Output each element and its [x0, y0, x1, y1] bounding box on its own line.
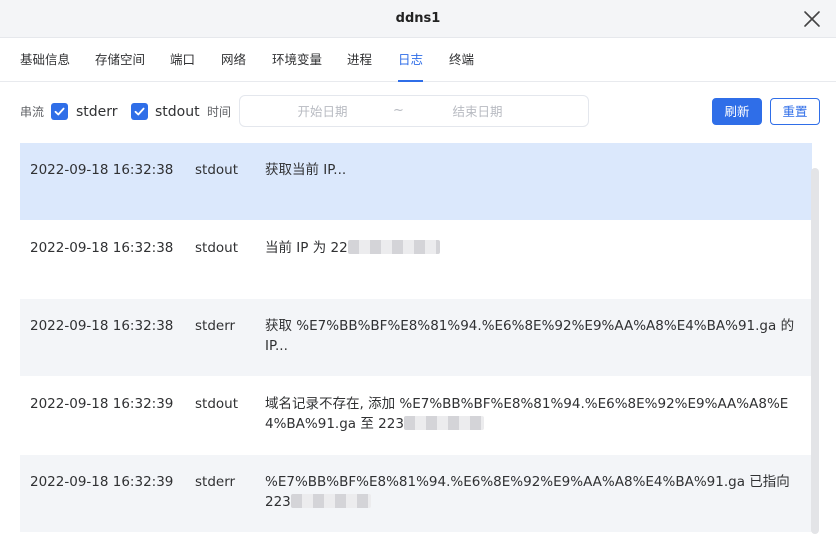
log-message: 当前 IP 为 22	[265, 238, 795, 258]
end-date-input[interactable]	[405, 100, 550, 122]
log-stream: stdout	[195, 240, 239, 256]
log-stream: stderr	[195, 474, 236, 490]
redacted-ip	[347, 240, 440, 254]
log-message: 获取 %E7%BB%BF%E8%81%94.%E6%8E%92%E9%AA%A8…	[265, 318, 795, 354]
tab-network[interactable]: 网络	[221, 38, 246, 82]
log-time: 2022-09-18 16:32:38	[30, 318, 174, 334]
stdout-checkbox-label[interactable]: stdout	[155, 94, 200, 130]
title-bar: ddns1	[0, 0, 836, 38]
reset-button[interactable]: 重置	[770, 98, 820, 125]
log-row[interactable]: 2022-09-18 16:32:38 stdout 当前 IP 为 22	[20, 221, 812, 298]
log-row[interactable]: 2022-09-18 16:32:38 stdout 获取当前 IP...	[20, 143, 812, 220]
window-title: ddns1	[395, 11, 441, 26]
check-icon	[134, 107, 145, 116]
log-time: 2022-09-18 16:32:38	[30, 162, 174, 178]
start-date-input[interactable]	[250, 100, 395, 122]
log-time: 2022-09-18 16:32:38	[30, 240, 174, 256]
tab-basic-info[interactable]: 基础信息	[20, 38, 70, 82]
tab-ports[interactable]: 端口	[170, 38, 195, 82]
check-icon	[54, 107, 65, 116]
log-time: 2022-09-18 16:32:39	[30, 474, 174, 490]
log-time: 2022-09-18 16:32:39	[30, 396, 174, 412]
log-row[interactable]: 2022-09-18 16:32:39 stderr %E7%BB%BF%E8%…	[20, 455, 812, 532]
tab-logs[interactable]: 日志	[398, 38, 424, 82]
close-icon	[804, 11, 820, 27]
tab-env-vars[interactable]: 环境变量	[272, 38, 322, 82]
redacted-ip	[290, 494, 371, 508]
log-message: %E7%BB%BF%E8%81%94.%E6%8E%92%E9%AA%A8%E4…	[265, 474, 790, 510]
log-row[interactable]: 2022-09-18 16:32:39 stdout 域名记录不存在, 添加 %…	[20, 377, 812, 454]
log-message: 获取当前 IP...	[265, 162, 347, 178]
tab-terminal[interactable]: 终端	[449, 38, 474, 82]
log-stream: stderr	[195, 318, 236, 334]
log-filters: 串流 stderr stdout 时间 ~ 刷新 重置	[0, 94, 836, 130]
stdout-checkbox[interactable]	[131, 103, 148, 120]
time-label: 时间	[207, 105, 232, 119]
range-separator: ~	[393, 103, 404, 118]
log-scrollbar[interactable]	[811, 168, 819, 534]
close-button[interactable]	[802, 9, 822, 29]
stderr-checkbox-label[interactable]: stderr	[76, 94, 118, 130]
log-message: 域名记录不存在, 添加 %E7%BB%BF%E8%81%94.%E6%8E%92…	[265, 396, 789, 432]
log-stream: stdout	[195, 162, 239, 178]
tab-bar: 基础信息 存储空间 端口 网络 环境变量 进程 日志 终端	[0, 38, 836, 82]
tab-storage[interactable]: 存储空间	[95, 38, 145, 82]
refresh-button[interactable]: 刷新	[712, 98, 762, 125]
log-list[interactable]: 2022-09-18 16:32:38 stdout 获取当前 IP... 20…	[20, 143, 820, 542]
log-row[interactable]: 2022-09-18 16:32:38 stderr 获取 %E7%BB%BF%…	[20, 299, 812, 376]
stderr-checkbox[interactable]	[51, 103, 68, 120]
stream-label: 串流	[20, 105, 45, 119]
tab-processes[interactable]: 进程	[347, 38, 372, 82]
redacted-ip	[403, 416, 484, 430]
date-range-picker[interactable]: ~	[239, 95, 589, 127]
log-stream: stdout	[195, 396, 239, 412]
